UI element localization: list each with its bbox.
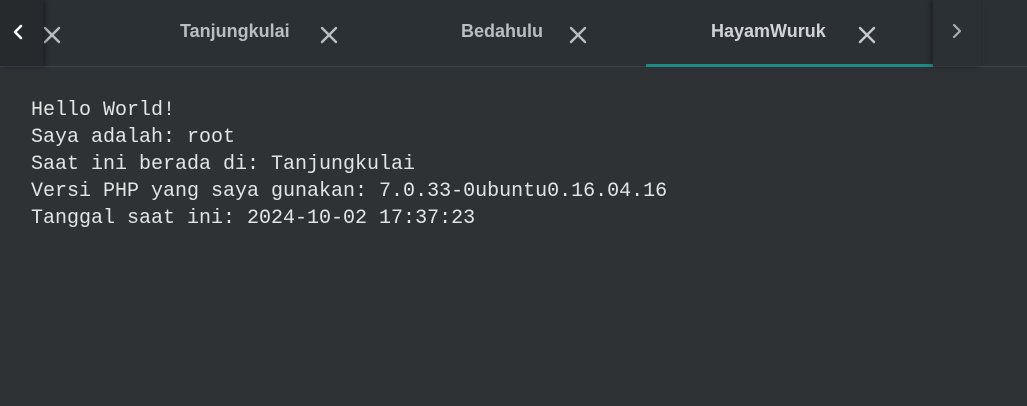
tab-partial[interactable] bbox=[43, 0, 73, 66]
close-icon[interactable] bbox=[569, 26, 587, 44]
output-line: Versi PHP yang saya gunakan: 7.0.33-0ubu… bbox=[31, 180, 668, 203]
scroll-tabs-left-button[interactable] bbox=[0, 0, 43, 66]
close-icon[interactable] bbox=[858, 26, 876, 44]
close-icon[interactable] bbox=[320, 26, 338, 44]
tab-hayamwuruk[interactable]: HayamWuruk bbox=[646, 0, 933, 67]
chevron-right-icon bbox=[952, 23, 962, 39]
output-line: Hello World! bbox=[31, 99, 176, 122]
output-line: Saya adalah: root bbox=[31, 126, 236, 149]
tab-bedahulu[interactable]: Bedahulu bbox=[360, 0, 647, 66]
tab-label: HayamWuruk bbox=[711, 21, 826, 41]
scroll-tabs-right-button[interactable] bbox=[933, 0, 981, 66]
output-line: Saat ini berada di: Tanjungkulai bbox=[31, 153, 416, 176]
terminal-output: Hello World! Saya adalah: root Saat ini … bbox=[31, 97, 667, 232]
app-window: Tanjungkulai Bedahulu HayamWuruk Hello W… bbox=[0, 0, 1027, 406]
output-line: Tanggal saat ini: 2024-10-02 17:37:23 bbox=[31, 207, 476, 230]
chevron-left-icon bbox=[13, 24, 23, 40]
close-icon[interactable] bbox=[43, 26, 61, 44]
tab-tanjungkulai[interactable]: Tanjungkulai bbox=[73, 0, 360, 66]
active-tab-indicator bbox=[646, 64, 933, 67]
tab-label: Bedahulu bbox=[461, 21, 544, 41]
tab-bar: Tanjungkulai Bedahulu HayamWuruk bbox=[0, 0, 1027, 67]
tab-label: Tanjungkulai bbox=[180, 21, 290, 41]
